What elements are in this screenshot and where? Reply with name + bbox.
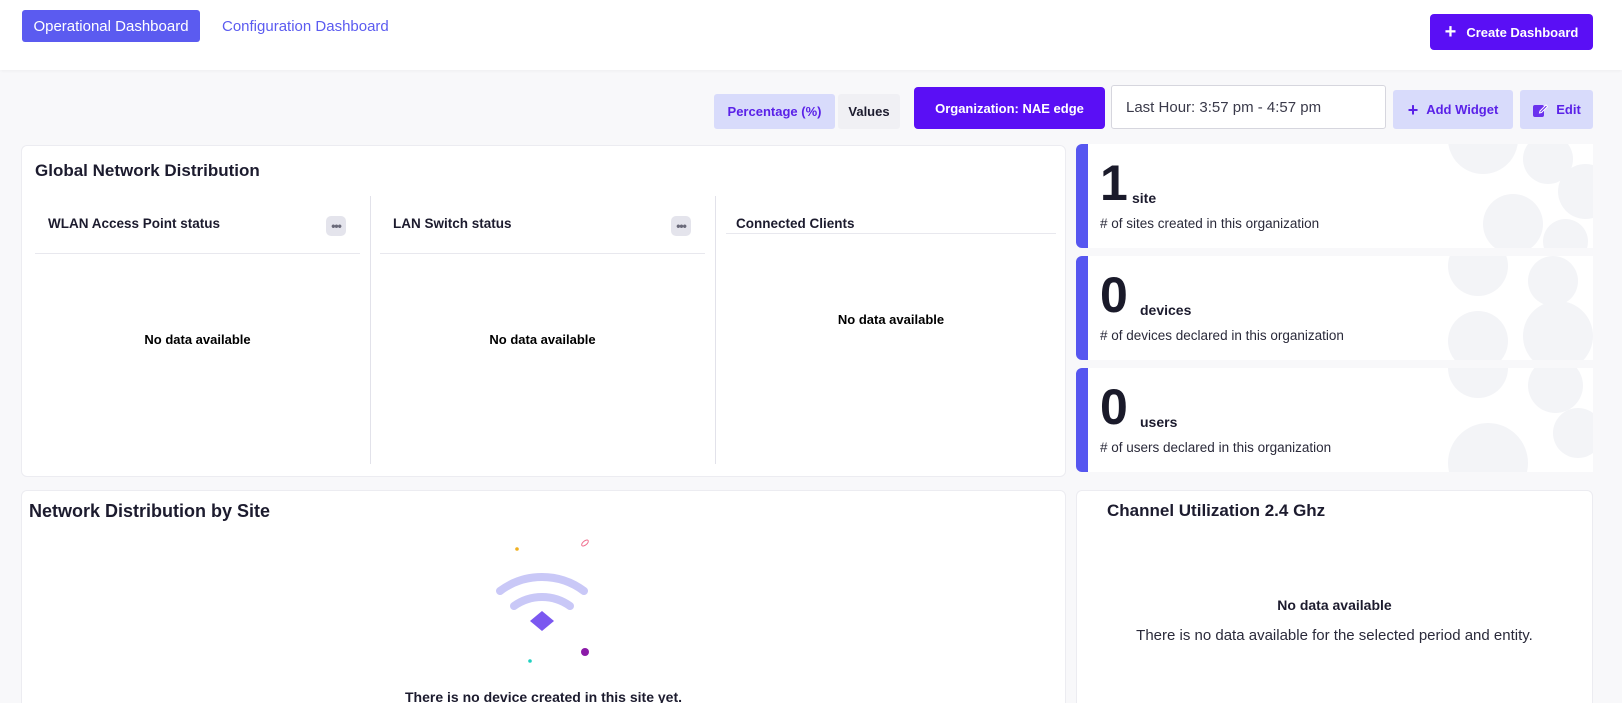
no-data-message: No data available (837, 312, 945, 327)
global-network-distribution-card: Global Network Distribution WLAN Access … (21, 145, 1066, 477)
decorative-circle (1523, 301, 1593, 360)
stat-description: # of devices declared in this organizati… (1100, 328, 1344, 343)
create-dashboard-label: Create Dashboard (1466, 24, 1579, 40)
divider (380, 253, 705, 254)
card-title: Network Distribution by Site (29, 501, 271, 521)
plus-icon: + (1444, 21, 1457, 43)
stat-unit: devices (1140, 302, 1192, 318)
tab-configuration-dashboard[interactable]: Configuration Dashboard (222, 10, 389, 42)
decorative-circle (1543, 219, 1588, 248)
panel-title: WLAN Access Point status (48, 216, 221, 231)
sites-stat-card: 1 site # of sites created in this organi… (1076, 144, 1593, 248)
stat-value: 0 (1100, 379, 1128, 435)
no-data-description: There is no data available for the selec… (1136, 627, 1533, 644)
no-data-message: No data available (489, 332, 596, 347)
decorative-circle (1448, 144, 1518, 174)
card-title: Global Network Distribution (35, 161, 260, 180)
decorative-circle (1553, 408, 1593, 458)
stat-unit: site (1132, 190, 1157, 206)
panel-title: Connected Clients (736, 216, 855, 231)
devices-stat-card: 0 devices # of devices declared in this … (1076, 256, 1593, 360)
connected-clients-panel: Connected Clients No data available (726, 196, 1056, 464)
stat-unit: users (1140, 414, 1178, 430)
stat-value: 1 (1100, 155, 1128, 211)
users-stat-card: 0 users # of users declared in this orga… (1076, 368, 1593, 472)
decorative-circle (1528, 256, 1578, 306)
percentage-toggle[interactable]: Percentage (%) (714, 94, 835, 129)
decorative-circle (1448, 311, 1508, 360)
decorative-circle (1448, 256, 1508, 296)
edit-button[interactable]: Edit (1520, 90, 1593, 129)
divider (726, 233, 1056, 234)
decorative-circle (1448, 368, 1508, 398)
decorative-circle (1483, 194, 1543, 248)
decorative-circle (1528, 368, 1583, 413)
channel-utilization-card: Channel Utilization 2.4 Ghz No data avai… (1076, 490, 1593, 703)
no-data-message: No data available (144, 332, 251, 347)
stat-description: # of sites created in this organization (1100, 216, 1320, 231)
more-options-icon[interactable]: ••• (671, 216, 691, 236)
add-widget-label: Add Widget (1426, 102, 1499, 117)
divider (370, 196, 371, 464)
no-data-message: No data available (1277, 597, 1392, 613)
plus-icon: + (1407, 99, 1419, 120)
tab-operational-dashboard[interactable]: Operational Dashboard (22, 10, 200, 42)
wlan-ap-status-panel: WLAN Access Point status ••• No data ava… (35, 196, 360, 464)
organization-button[interactable]: Organization: NAE edge (914, 87, 1105, 129)
wifi-illustration-icon (496, 539, 589, 663)
divider (35, 253, 360, 254)
add-widget-button[interactable]: + Add Widget (1393, 90, 1513, 129)
lan-switch-status-panel: LAN Switch status ••• No data available (380, 196, 705, 464)
edit-icon (1533, 103, 1549, 117)
panel-title: LAN Switch status (393, 216, 512, 231)
values-toggle[interactable]: Values (838, 94, 900, 129)
edit-label: Edit (1556, 102, 1581, 117)
more-options-icon[interactable]: ••• (326, 216, 346, 236)
decorative-circle (1448, 423, 1528, 472)
create-dashboard-button[interactable]: + Create Dashboard (1430, 14, 1593, 50)
time-range-picker[interactable]: Last Hour: 3:57 pm - 4:57 pm (1111, 85, 1386, 129)
stat-value: 0 (1100, 267, 1128, 323)
divider (715, 196, 716, 464)
network-distribution-by-site-card: Network Distribution by Site There is no… (21, 490, 1066, 703)
empty-state-message: There is no device created in this site … (405, 689, 682, 703)
card-title: Channel Utilization 2.4 Ghz (1107, 501, 1326, 520)
top-bar: Operational Dashboard Configuration Dash… (0, 0, 1622, 70)
stat-description: # of users declared in this organization (1100, 440, 1332, 455)
